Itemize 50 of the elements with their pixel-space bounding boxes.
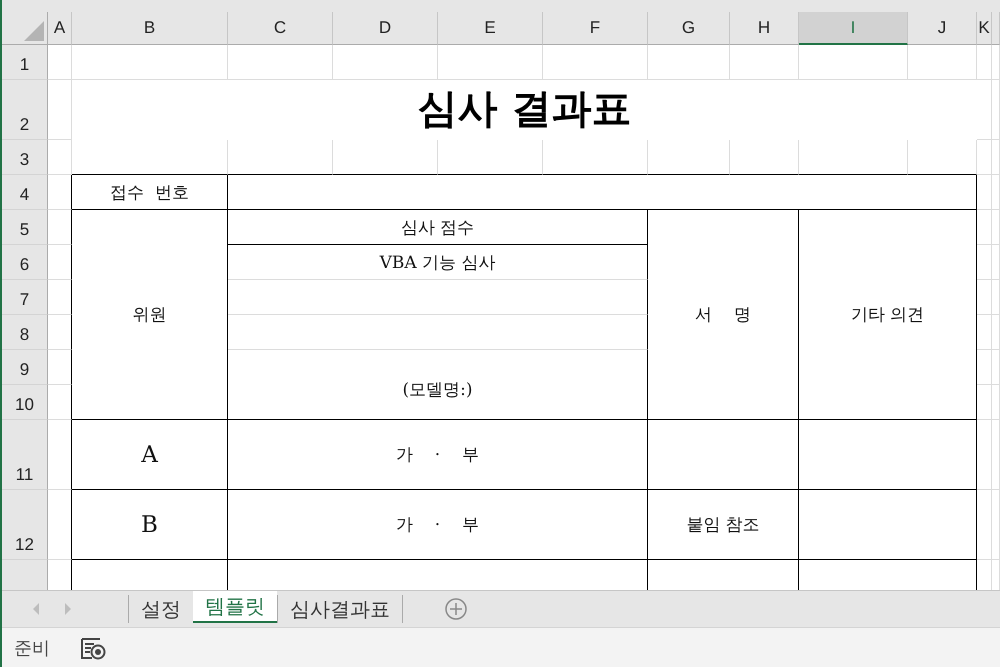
column-header[interactable]: K [977, 12, 992, 45]
table-cell[interactable]: 접수 번호 [72, 175, 228, 210]
table-cell[interactable]: (모델명:) [228, 350, 648, 420]
table-cell[interactable]: 서 명 [648, 210, 799, 420]
row-header[interactable]: 12 [2, 490, 48, 560]
table-cell[interactable]: A [72, 420, 228, 490]
table-cell[interactable] [799, 490, 977, 560]
table-cell[interactable]: VBA 기능 심사 [228, 245, 648, 280]
table-cell[interactable]: 위원 [72, 210, 228, 420]
table-cell[interactable] [228, 315, 648, 350]
previous-sheet-icon[interactable] [32, 603, 40, 615]
row-header[interactable]: 10 [2, 385, 48, 420]
row-header[interactable]: 6 [2, 245, 48, 280]
column-header[interactable]: B [72, 12, 228, 45]
table-cell[interactable] [799, 420, 977, 490]
status-text: 준비 [14, 636, 50, 660]
row-header[interactable]: 4 [2, 175, 48, 210]
select-all-icon[interactable] [24, 21, 44, 41]
column-header[interactable]: H [730, 12, 799, 45]
table-cell[interactable]: B [72, 490, 228, 560]
row-header[interactable]: 2 [2, 80, 48, 140]
row-header[interactable]: 8 [2, 315, 48, 350]
row-header[interactable]: 11 [2, 420, 48, 490]
table-cell[interactable]: 붙임 참조 [648, 490, 799, 560]
table-cell[interactable]: 기타 의견 [799, 210, 977, 420]
row-header[interactable]: 5 [2, 210, 48, 245]
sheet-tab[interactable]: 템플릿 [193, 591, 277, 623]
table-cell[interactable]: 가 · 부 [228, 420, 648, 490]
column-header[interactable]: E [438, 12, 543, 45]
row-header[interactable]: 3 [2, 140, 48, 175]
add-sheet-icon[interactable] [445, 598, 467, 620]
column-header[interactable]: J [908, 12, 977, 45]
macro-record-icon[interactable] [80, 636, 106, 660]
column-header[interactable]: I [799, 12, 908, 45]
table-cell[interactable]: 가 · 부 [228, 490, 648, 560]
table-cell[interactable] [648, 420, 799, 490]
column-header[interactable]: A [48, 12, 72, 45]
column-header[interactable]: C [228, 12, 333, 45]
column-header[interactable]: F [543, 12, 648, 45]
sheet-title: 심사 결과표 [418, 84, 632, 134]
row-header[interactable]: 1 [2, 45, 48, 80]
column-header[interactable]: G [648, 12, 730, 45]
row-header[interactable]: 7 [2, 280, 48, 315]
table-cell[interactable] [228, 175, 977, 210]
table-cell[interactable]: 심사 점수 [228, 210, 648, 245]
next-sheet-icon[interactable] [64, 603, 72, 615]
row-header[interactable]: 9 [2, 350, 48, 385]
table-cell[interactable] [228, 280, 648, 315]
column-header[interactable]: D [333, 12, 438, 45]
column-header[interactable] [992, 12, 1000, 45]
